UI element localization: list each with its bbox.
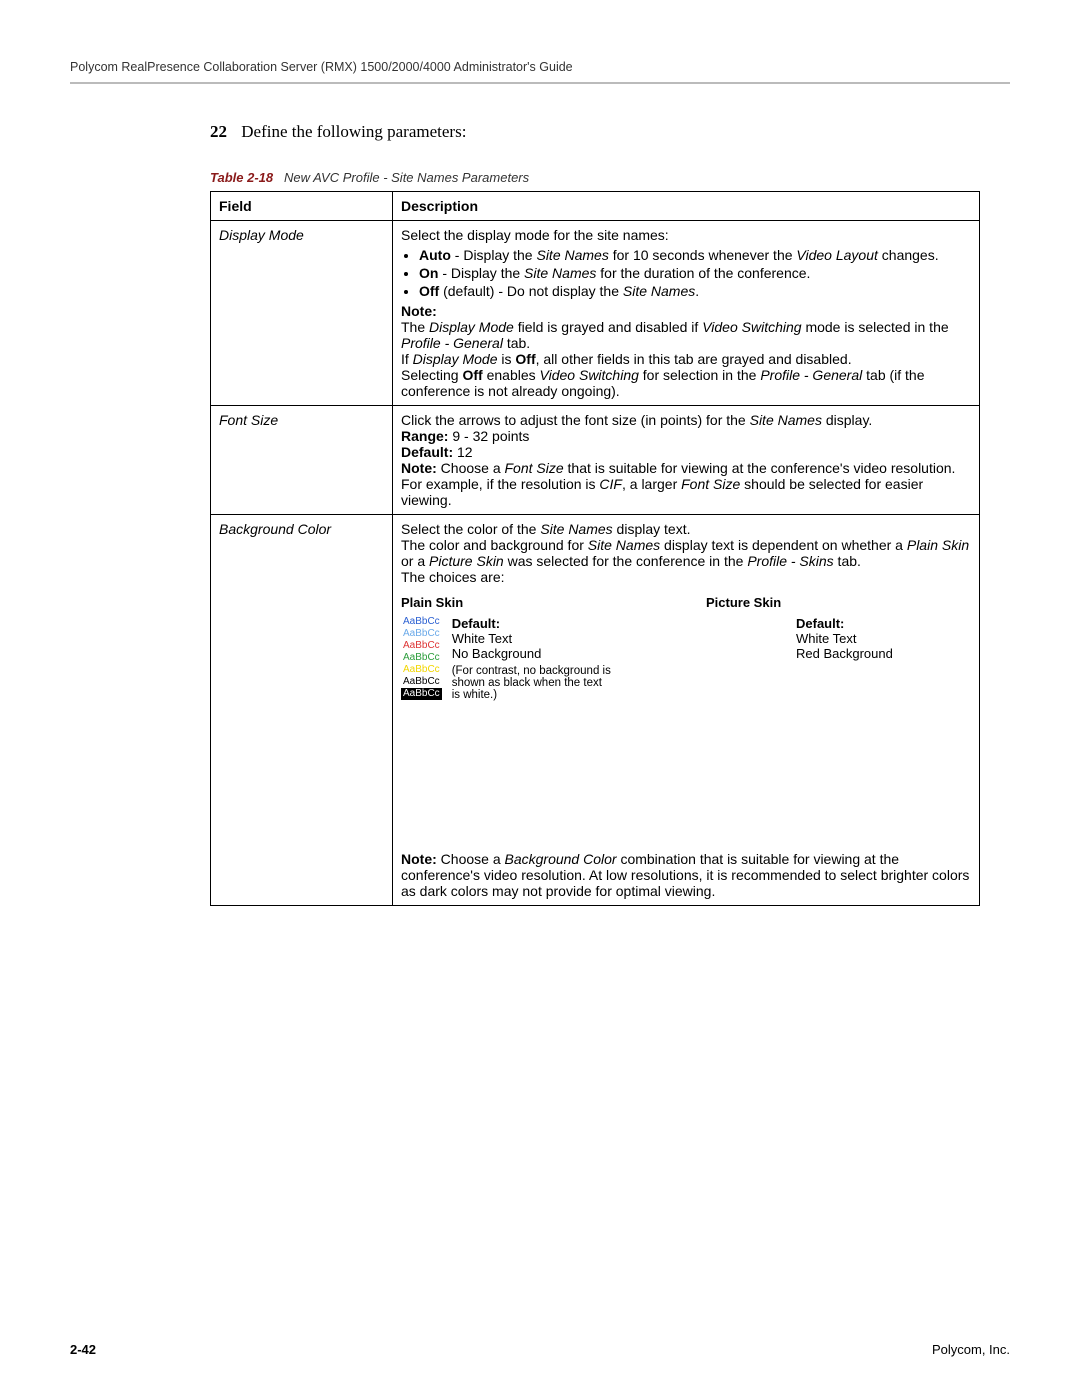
plain-skin-column: Plain Skin AaBbCc AaBbCc AaBbCc AaBbCc A…: [401, 595, 666, 701]
col-description: Description: [393, 192, 980, 221]
footer-company: Polycom, Inc.: [932, 1342, 1010, 1357]
step-text: Define the following parameters:: [241, 122, 466, 141]
bullet-list: Auto - Display the Site Names for 10 sec…: [419, 247, 971, 299]
desc-font-size: Click the arrows to adjust the font size…: [393, 406, 980, 515]
table-caption: Table 2-18 New AVC Profile - Site Names …: [210, 170, 1010, 185]
swatch-icon: AaBbCc: [401, 664, 442, 676]
step-number: 22: [210, 122, 227, 141]
field-display-mode: Display Mode: [211, 221, 393, 406]
picture-skin-column: Picture Skin Default: White Text Red Bac…: [706, 595, 971, 701]
document-page: Polycom RealPresence Collaboration Serve…: [0, 0, 1080, 1397]
desc-display-mode: Select the display mode for the site nam…: [393, 221, 980, 406]
caption-label: Table 2-18: [210, 170, 273, 185]
parameters-table: Field Description Display Mode Select th…: [210, 191, 980, 906]
note-label: Note:: [401, 303, 437, 319]
bg-note: Note: Choose a Background Color combinat…: [401, 851, 971, 899]
desc-background-color: Select the color of the Site Names displ…: [393, 515, 980, 906]
header-rule: [70, 82, 1010, 84]
list-item: Auto - Display the Site Names for 10 sec…: [419, 247, 971, 263]
swatch-icon: AaBbCc: [401, 616, 442, 628]
table-row: Font Size Click the arrows to adjust the…: [211, 406, 980, 515]
table-row: Display Mode Select the display mode for…: [211, 221, 980, 406]
swatch-icon: AaBbCc: [401, 628, 442, 640]
table-header-row: Field Description: [211, 192, 980, 221]
field-background-color: Background Color: [211, 515, 393, 906]
skin-comparison: Plain Skin AaBbCc AaBbCc AaBbCc AaBbCc A…: [401, 595, 971, 701]
caption-title: New AVC Profile - Site Names Parameters: [277, 170, 529, 185]
plain-skin-title: Plain Skin: [401, 595, 666, 610]
contrast-note: (For contrast, no background is shown as…: [452, 665, 612, 701]
page-number: 2-42: [70, 1342, 96, 1357]
swatch-icon: AaBbCc: [401, 652, 442, 664]
list-item: Off (default) - Do not display the Site …: [419, 283, 971, 299]
field-font-size: Font Size: [211, 406, 393, 515]
swatch-icon: AaBbCc: [401, 688, 442, 700]
table-row: Background Color Select the color of the…: [211, 515, 980, 906]
list-item: On - Display the Site Names for the dura…: [419, 265, 971, 281]
running-header: Polycom RealPresence Collaboration Serve…: [70, 60, 1010, 82]
page-footer: 2-42 Polycom, Inc.: [70, 1342, 1010, 1357]
picture-skin-title: Picture Skin: [706, 595, 971, 610]
col-field: Field: [211, 192, 393, 221]
color-swatches: AaBbCc AaBbCc AaBbCc AaBbCc AaBbCc AaBbC…: [401, 616, 442, 701]
swatch-icon: AaBbCc: [401, 640, 442, 652]
swatch-icon: AaBbCc: [401, 676, 442, 688]
step-instruction: 22 Define the following parameters:: [210, 122, 1010, 142]
